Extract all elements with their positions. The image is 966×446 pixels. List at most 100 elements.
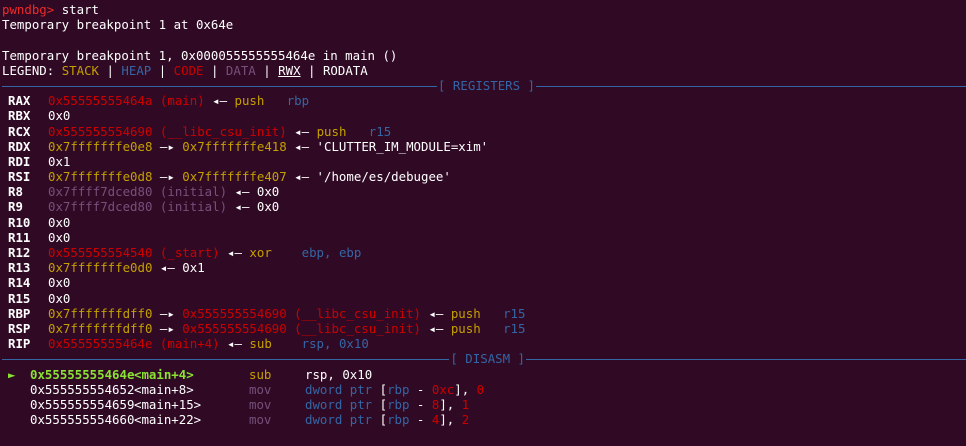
instruction-address: 0x555555554659 <box>30 396 135 412</box>
register-row-r13: R13 0x7fffffffe0d0 ◂— 0x1 <box>2 260 966 275</box>
register-value-part: 0x7fffffffe418 <box>182 138 287 154</box>
separator-rule <box>2 358 450 360</box>
separator-rule <box>536 85 966 87</box>
command-line: pwndbg> start <box>2 2 966 17</box>
register-value-part: ◂— <box>286 123 317 139</box>
disasm-panel: ► 0x55555555464e <main+4> sub rsp, 0x10 0x555… <box>2 367 966 428</box>
register-value-part: ◂— <box>219 336 250 352</box>
register-name: RAX <box>8 93 31 109</box>
register-value-part: —▸ <box>152 169 183 185</box>
instruction-address: 0x555555554660 <box>30 412 135 428</box>
gdb-prompt: pwndbg> <box>2 2 55 17</box>
instruction-operand: , <box>327 366 343 382</box>
register-value-part: ◂— 'CLUTTER_IM_MODULE=xim' <box>286 138 489 154</box>
register-name: R13 <box>8 260 31 276</box>
register-value-part: ebp, ebp <box>301 245 362 260</box>
instruction-operand: 0x10 <box>342 366 373 382</box>
register-value-part: 0x555555554540 (_start) <box>48 245 220 260</box>
register-name: RSP <box>8 320 31 336</box>
register-value-part: rsp, 0x10 <box>301 336 369 352</box>
output-line: Temporary breakpoint 1, 0x00005555555546… <box>2 47 398 63</box>
register-value-part: sub <box>249 336 302 352</box>
legend-separator: | <box>263 62 271 78</box>
current-instruction-arrow-icon: ► <box>8 366 16 382</box>
register-value-part: 0x7fffffffe0e8 <box>48 138 153 154</box>
register-name: RDX <box>8 138 31 154</box>
register-value-part: 0x1 <box>48 153 71 169</box>
register-name: R8 <box>8 184 23 200</box>
register-row-r9: R9 0x7ffff7dced80 (initial) ◂— 0x0 <box>2 199 966 214</box>
register-value-part: —▸ <box>152 305 183 321</box>
register-name: RCX <box>8 123 31 139</box>
instruction-symbol: <main+4> <box>134 366 194 382</box>
register-value-part: 0x7fffffffe0d8 <box>48 169 153 185</box>
register-value-part: 0x55555555464e (main+4) <box>48 336 220 352</box>
instruction-symbol: <main+22> <box>134 412 202 428</box>
instruction-operand: 0xc <box>431 381 455 397</box>
disasm-row: ► 0x55555555464e <main+4> sub rsp, 0x10 <box>2 367 966 382</box>
register-row-r8: R8 0x7ffff7dced80 (initial) ◂— 0x0 <box>2 184 966 199</box>
terminal-window[interactable]: pwndbg> start Temporary breakpoint 1 at … <box>0 0 966 446</box>
register-row-r11: R11 0x0 <box>2 230 966 245</box>
instruction-operand: dword ptr <box>305 396 380 412</box>
register-value-part: ◂— <box>421 305 451 321</box>
legend-stack: STACK <box>61 62 99 78</box>
separator-rule <box>526 358 966 360</box>
instruction-operand: - <box>409 396 432 412</box>
register-row-rbx: RBX 0x0 <box>2 108 966 123</box>
register-name: R11 <box>8 229 31 245</box>
legend-line: LEGEND: STACK | HEAP | CODE | DATA | RWX… <box>2 63 966 78</box>
register-value-part: rbp <box>286 93 310 109</box>
register-name: R15 <box>8 290 31 306</box>
register-value-part: 0x7ffff7dced80 (initial) <box>48 199 228 215</box>
register-name: R14 <box>8 275 31 291</box>
register-value-part: ◂— <box>219 245 250 260</box>
register-value-part: r15 <box>368 123 392 139</box>
instruction-symbol: <main+8> <box>134 381 194 397</box>
instruction-operand: - <box>409 381 432 397</box>
instruction-operand: dword ptr <box>305 412 380 428</box>
disasm-separator: [ DISASM ] <box>2 351 966 366</box>
register-name: RDI <box>8 153 31 169</box>
instruction-operand: ], <box>439 412 462 428</box>
register-row-r14: R14 0x0 <box>2 275 966 290</box>
register-value-part: ◂— '/home/es/debugee' <box>286 169 451 185</box>
legend-separator: | <box>210 62 219 78</box>
command-text: start <box>61 2 99 17</box>
register-value-part: 0x0 <box>48 214 71 230</box>
instruction-mnemonic: sub <box>249 366 272 382</box>
register-row-rcx: RCX 0x555555554690 (__libc_csu_init) ◂— p… <box>2 124 966 139</box>
register-value-part: 0x7fffffffdff0 <box>48 305 153 321</box>
register-value-part: 0x555555554690 (__libc_csu_init) <box>182 305 421 321</box>
register-value-part: 0x0 <box>48 275 71 291</box>
instruction-operand: rbp <box>387 412 410 428</box>
register-value-part: —▸ <box>152 138 183 154</box>
separator-rule <box>2 85 438 87</box>
register-value-part: r15 <box>503 305 526 321</box>
legend-code: CODE <box>173 62 204 78</box>
instruction-address: 0x555555554652 <box>30 381 135 397</box>
register-row-r15: R15 0x0 <box>2 291 966 306</box>
register-value-part: 0x0 <box>48 108 71 124</box>
legend-data: DATA <box>225 62 256 78</box>
instruction-operand: 0 <box>476 381 485 397</box>
register-value-part: xor <box>249 245 302 260</box>
register-name: RBX <box>8 108 31 124</box>
legend-rodata: RODATA <box>322 62 368 78</box>
register-value-part: 0x7fffffffe0d0 <box>48 260 153 276</box>
instruction-operand: 8 <box>431 396 440 412</box>
instruction-symbol: <main+15> <box>134 396 202 412</box>
register-value-part: push <box>450 305 504 321</box>
register-value-part: 0x555555554690 (__libc_csu_init) <box>48 123 287 139</box>
instruction-operand: 4 <box>431 412 440 428</box>
instruction-operand: [ <box>379 412 388 428</box>
register-row-rdx: RDX 0x7fffffffe0e8 —▸ 0x7fffffffe418 ◂— '… <box>2 139 966 154</box>
instruction-operand: - <box>409 412 432 428</box>
register-value-part: ◂— <box>421 320 451 336</box>
register-value-part: r15 <box>503 320 526 336</box>
instruction-operand: ], <box>439 396 462 412</box>
registers-title: [ REGISTERS ] <box>438 77 535 93</box>
register-row-rsp: RSP 0x7fffffffdff0 —▸ 0x555555554690 (__l… <box>2 321 966 336</box>
register-value-part: 0x0 <box>48 290 71 306</box>
